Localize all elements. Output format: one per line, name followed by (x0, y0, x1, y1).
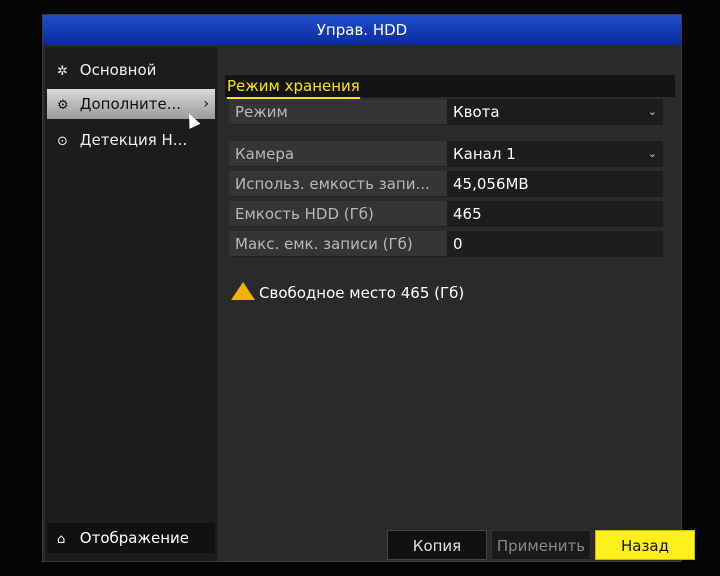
main-panel: Режим хранения Режим Квота ⌄ Камера Кана… (219, 47, 695, 561)
copy-button[interactable]: Копия (387, 530, 487, 560)
max-record-row: Макс. емк. записи (Гб) 0 (229, 231, 663, 257)
used-capacity-label: Использ. емкость запи... (235, 175, 430, 193)
hdd-capacity-row: Емкость HDD (Гб) 465 (229, 201, 663, 227)
hdd-capacity-value: 465 (447, 201, 663, 227)
display-button-label: Отображение (79, 529, 189, 547)
shield-icon: ⊙ (57, 134, 68, 149)
chevron-down-icon: ⌄ (647, 147, 657, 160)
sidebar-item-general[interactable]: ✲ Основной (47, 55, 215, 85)
mode-row: Режим Квота ⌄ (229, 99, 663, 125)
camera-row: Камера Канал 1 ⌄ (229, 141, 663, 167)
window-title: Управ. HDD (43, 15, 681, 45)
warning-icon (231, 282, 255, 300)
sidebar-item-label: Дополните... (79, 95, 182, 113)
hdd-capacity-label: Емкость HDD (Гб) (235, 205, 374, 223)
camera-label: Камера (235, 145, 295, 163)
apply-button[interactable]: Применить (491, 530, 591, 560)
max-record-input[interactable]: 0 (447, 231, 663, 257)
gear-icon: ✲ (57, 64, 68, 79)
home-icon: ⌂ (57, 532, 66, 547)
section-header: Режим хранения (225, 75, 675, 99)
chevron-right-icon: › (203, 96, 209, 112)
max-record-label: Макс. емк. записи (Гб) (235, 235, 413, 253)
used-capacity-value: 45,056MB (447, 171, 663, 197)
used-capacity-row: Использ. емкость запи... 45,056MB (229, 171, 663, 197)
mode-select[interactable]: Квота ⌄ (447, 99, 663, 125)
sidebar-item-label: Основной (79, 61, 157, 79)
section-title[interactable]: Режим хранения (227, 75, 360, 99)
mode-label: Режим (235, 103, 288, 121)
camera-select[interactable]: Канал 1 ⌄ (447, 141, 663, 167)
chevron-down-icon: ⌄ (647, 105, 657, 118)
warning-text: Свободное место 465 (Гб) (259, 284, 465, 302)
back-button[interactable]: Назад (595, 530, 695, 560)
sidebar-item-label: Детекция Н... (79, 131, 188, 149)
camera-value: Канал 1 (453, 145, 516, 163)
sidebar-item-detection[interactable]: ⊙ Детекция Н... (47, 125, 215, 155)
hdd-management-window: Управ. HDD ✲ Основной ⚙ Дополните... › ⊙… (42, 14, 695, 562)
gears-icon: ⚙ (57, 98, 69, 113)
mode-value: Квота (453, 103, 500, 121)
display-button[interactable]: ⌂ Отображение (47, 523, 215, 553)
free-space-warning: Свободное место 465 (Гб) (231, 282, 464, 304)
